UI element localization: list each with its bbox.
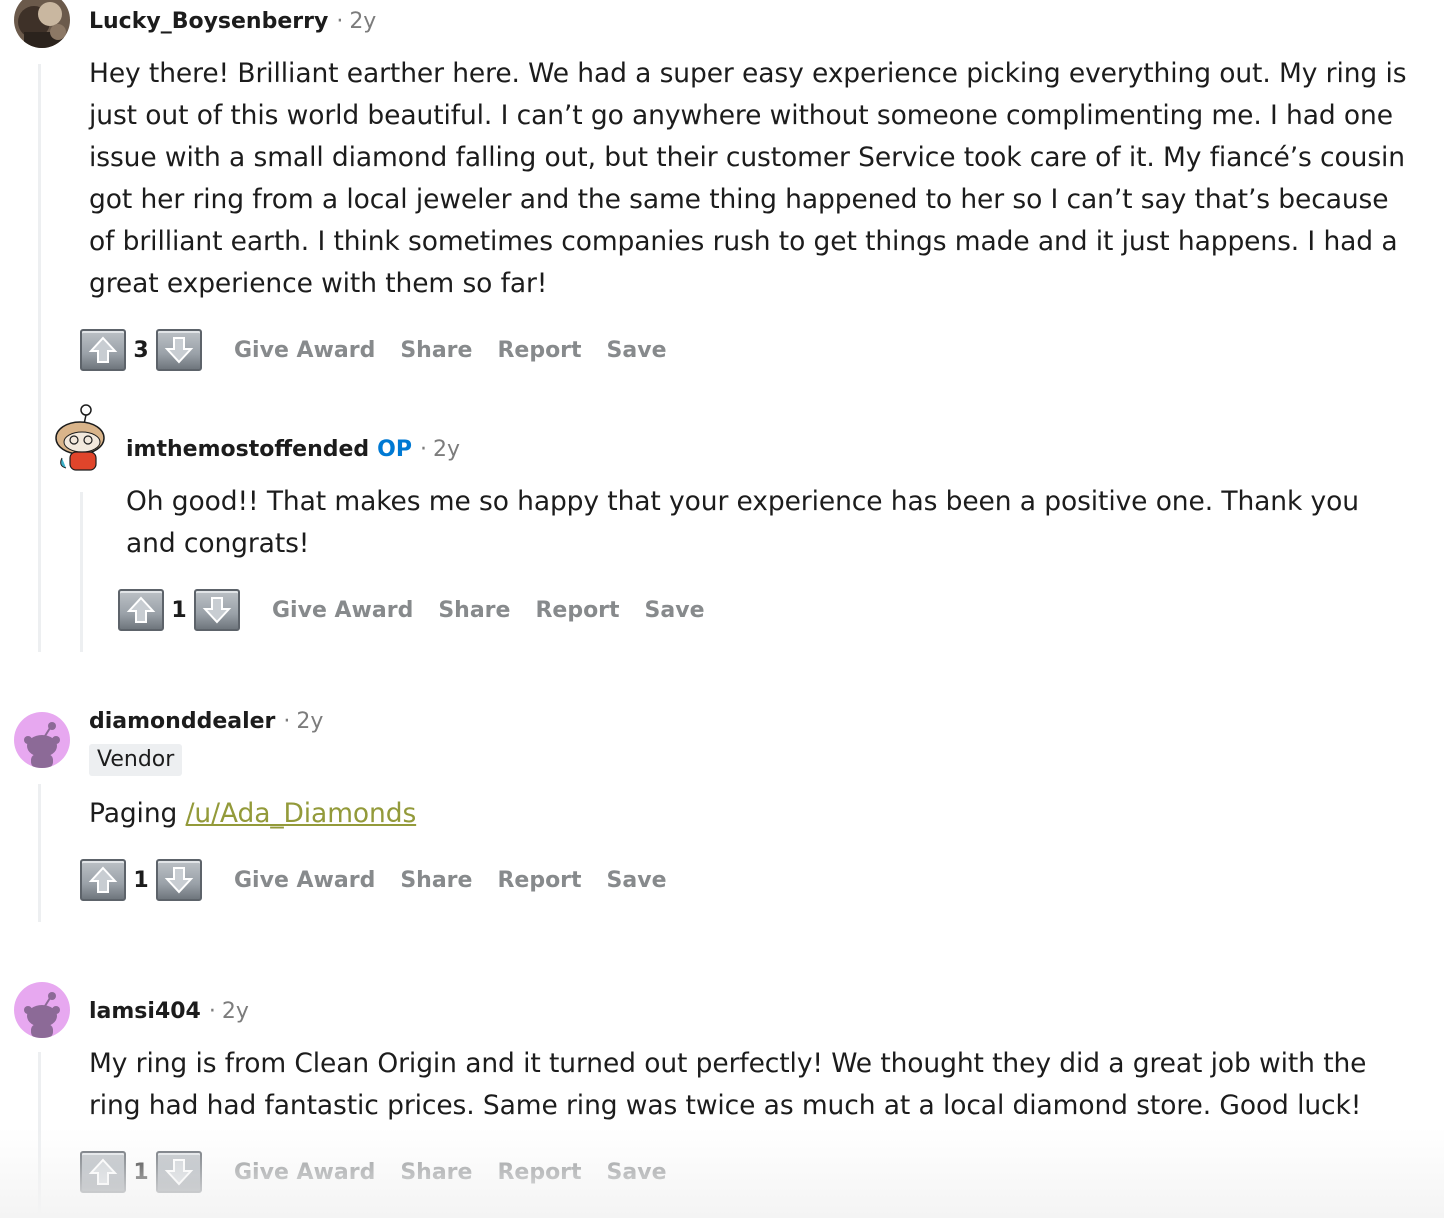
save-button[interactable]: Save bbox=[607, 1160, 667, 1185]
report-button[interactable]: Report bbox=[497, 868, 581, 893]
downvote-arrow-icon bbox=[202, 597, 232, 624]
vote-score: 1 bbox=[171, 597, 187, 623]
share-button[interactable]: Share bbox=[438, 598, 510, 623]
downvote-button[interactable] bbox=[156, 859, 202, 901]
give-award-button[interactable]: Give Award bbox=[272, 598, 413, 623]
upvote-arrow-icon bbox=[88, 866, 118, 893]
user-mention-link[interactable]: /u/Ada_Diamonds bbox=[186, 798, 417, 829]
username[interactable]: lamsi404 bbox=[89, 998, 201, 1026]
thread-line[interactable] bbox=[80, 492, 83, 652]
upvote-button[interactable] bbox=[80, 1151, 126, 1193]
thread-line[interactable] bbox=[38, 1052, 41, 1218]
vote-score: 1 bbox=[133, 1159, 149, 1185]
comment-meta: Lucky_Boysenberry · 2y bbox=[89, 8, 376, 36]
user-avatar[interactable] bbox=[14, 0, 70, 48]
comment-body: My ring is from Clean Origin and it turn… bbox=[89, 1048, 1367, 1121]
comment-meta: lamsi404 · 2y bbox=[89, 998, 249, 1026]
comment-meta: diamonddealer · 2y bbox=[89, 708, 323, 736]
give-award-button[interactable]: Give Award bbox=[234, 338, 375, 363]
user-avatar[interactable] bbox=[52, 404, 112, 476]
thread-line[interactable] bbox=[38, 784, 41, 922]
downvote-arrow-icon bbox=[164, 337, 194, 364]
comment-body: Hey there! Brilliant earther here. We ha… bbox=[89, 58, 1407, 299]
comment-age[interactable]: 2y bbox=[222, 998, 249, 1026]
downvote-arrow-icon bbox=[164, 1159, 194, 1186]
comment-body-text: Paging bbox=[89, 798, 186, 829]
downvote-button[interactable] bbox=[156, 1151, 202, 1193]
upvote-button[interactable] bbox=[118, 589, 164, 631]
share-button[interactable]: Share bbox=[400, 868, 472, 893]
save-button[interactable]: Save bbox=[607, 868, 667, 893]
comment-actions: 1 Give Award Share Report Save bbox=[80, 1148, 692, 1196]
share-button[interactable]: Share bbox=[400, 1160, 472, 1185]
comment-age[interactable]: 2y bbox=[296, 708, 323, 736]
meta-separator: · bbox=[208, 999, 216, 1024]
comment-body: Paging /u/Ada_Diamonds bbox=[89, 793, 1389, 835]
comment-age[interactable]: 2y bbox=[433, 436, 460, 464]
vote-score: 1 bbox=[133, 867, 149, 893]
comment-actions: 1 Give Award Share Report Save bbox=[118, 586, 730, 634]
report-button[interactable]: Report bbox=[497, 338, 581, 363]
give-award-button[interactable]: Give Award bbox=[234, 1160, 375, 1185]
user-flair: Vendor bbox=[89, 744, 183, 776]
thread-line[interactable] bbox=[38, 64, 41, 652]
username[interactable]: diamonddealer bbox=[89, 708, 275, 736]
report-button[interactable]: Report bbox=[497, 1160, 581, 1185]
downvote-button[interactable] bbox=[156, 329, 202, 371]
downvote-arrow-icon bbox=[164, 867, 194, 894]
user-avatar[interactable] bbox=[14, 712, 70, 768]
upvote-button[interactable] bbox=[80, 859, 126, 901]
save-button[interactable]: Save bbox=[645, 598, 705, 623]
username[interactable]: imthemostoffended bbox=[126, 436, 369, 464]
comment-age[interactable]: 2y bbox=[349, 8, 376, 36]
comment-body: Oh good!! That makes me so happy that yo… bbox=[126, 486, 1359, 559]
upvote-arrow-icon bbox=[126, 596, 156, 623]
share-button[interactable]: Share bbox=[400, 338, 472, 363]
username[interactable]: Lucky_Boysenberry bbox=[89, 8, 328, 36]
upvote-arrow-icon bbox=[88, 1158, 118, 1185]
meta-separator: · bbox=[283, 709, 291, 734]
vote-score: 3 bbox=[133, 337, 149, 363]
save-button[interactable]: Save bbox=[607, 338, 667, 363]
user-avatar[interactable] bbox=[14, 982, 70, 1038]
comment-meta: imthemostoffended OP · 2y bbox=[126, 436, 460, 464]
upvote-button[interactable] bbox=[80, 329, 126, 371]
op-badge: OP bbox=[377, 437, 412, 462]
meta-separator: · bbox=[336, 9, 344, 34]
report-button[interactable]: Report bbox=[535, 598, 619, 623]
comment-actions: 3 Give Award Share Report Save bbox=[80, 326, 692, 374]
give-award-button[interactable]: Give Award bbox=[234, 868, 375, 893]
meta-separator: · bbox=[419, 437, 427, 462]
upvote-arrow-icon bbox=[88, 336, 118, 363]
comment-actions: 1 Give Award Share Report Save bbox=[80, 856, 692, 904]
downvote-button[interactable] bbox=[194, 589, 240, 631]
